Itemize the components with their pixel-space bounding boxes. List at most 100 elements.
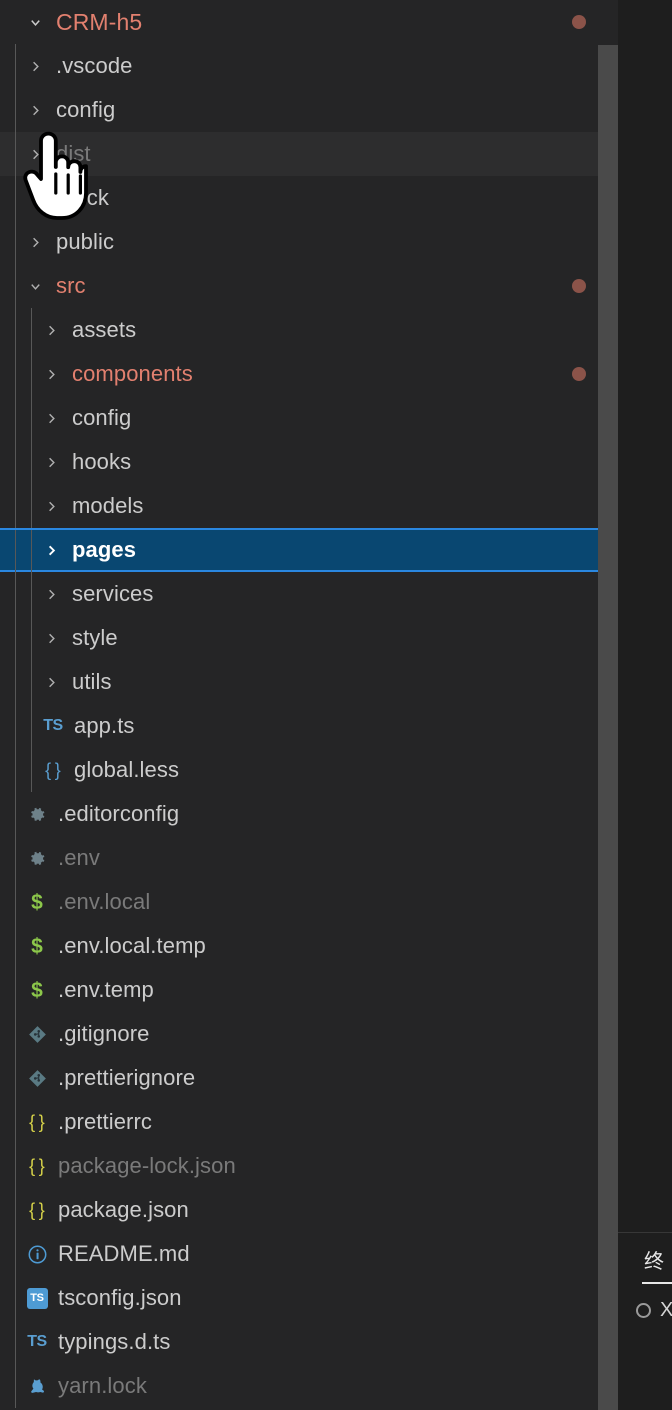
terminal-panel-partial: 终 X [618,0,672,1410]
chevron-right-icon[interactable] [40,675,62,690]
chevron-right-icon[interactable] [40,323,62,338]
file-explorer-tree[interactable]: CRM-h5 .vscode config dist mock public src ass… [0,0,618,1410]
tree-item-label: .editorconfig [58,801,180,826]
tree-row-config[interactable]: config [0,88,618,132]
indent-guide [15,660,16,704]
tree-item-label: package-lock.json [58,1153,236,1178]
indent-guide [15,968,16,1012]
tree-row-assets[interactable]: assets [0,308,618,352]
tree-row-src[interactable]: src [0,264,618,308]
tree-row-env[interactable]: .env [0,836,618,880]
tree-item-label: .env.temp [58,977,154,1002]
tree-row-app-ts[interactable]: TS app.ts [0,704,618,748]
close-icon[interactable]: X [660,1300,672,1320]
git-icon [24,1069,50,1088]
tree-row-config[interactable]: config [0,396,618,440]
tree-row-content: $ .env.local [0,889,618,915]
tree-row-vscode[interactable]: .vscode [0,44,618,88]
json-braces-icon: { } [29,1156,45,1176]
tree-row-env-local[interactable]: $ .env.local [0,880,618,924]
tree-row-prettierrc[interactable]: { } .prettierrc [0,1100,618,1144]
tree-row-components[interactable]: components [0,352,618,396]
chevron-right-icon[interactable] [40,631,62,646]
tree-row-env-temp[interactable]: $ .env.temp [0,968,618,1012]
tab-active-underline [642,1282,672,1284]
env-dollar-icon: $ [31,890,43,914]
tree-item-label: tsconfig.json [58,1285,182,1310]
tree-item-label: src [56,273,86,298]
indent-guide [15,220,16,264]
tree-row-models[interactable]: models [0,484,618,528]
tree-row-gitignore[interactable]: .gitignore [0,1012,618,1056]
tree-row-content: TS tsconfig.json [0,1285,618,1311]
chevron-right-icon[interactable] [40,455,62,470]
chevron-down-icon[interactable] [24,279,46,294]
tree-row-tsconfig-json[interactable]: TS tsconfig.json [0,1276,618,1320]
indent-guide [31,660,32,704]
tree-row-prettierignore[interactable]: .prettierignore [0,1056,618,1100]
tree-row-content: public [0,229,618,255]
tree-row-content: yarn.lock [0,1373,618,1399]
chevron-right-icon[interactable] [24,191,46,206]
chevron-right-icon[interactable] [24,103,46,118]
tree-row-global-less[interactable]: { } global.less [0,748,618,792]
chevron-right-icon[interactable] [40,543,62,558]
tree-row-dist[interactable]: dist [0,132,618,176]
root-folder-label: CRM-h5 [56,8,143,35]
indent-guide [15,924,16,968]
tab-terminal[interactable]: 终 [644,1245,664,1274]
tree-row-readme-md[interactable]: README.md [0,1232,618,1276]
tree-row-typings-d-ts[interactable]: TS typings.d.ts [0,1320,618,1364]
tree-row-env-local-temp[interactable]: $ .env.local.temp [0,924,618,968]
tree-row-content: config [0,405,618,431]
tree-row-root[interactable]: CRM-h5 [0,0,618,44]
circle-icon [636,1302,651,1318]
tree-row-public[interactable]: public [0,220,618,264]
tree-row-package-lock-json[interactable]: { } package-lock.json [0,1144,618,1188]
chevron-right-icon[interactable] [40,411,62,426]
tree-row-services[interactable]: services [0,572,618,616]
tree-item-label: pages [72,537,137,562]
indent-guide [15,616,16,660]
indent-guide [15,352,16,396]
tree-row-content: { } package.json [0,1197,618,1223]
git-icon [24,1025,50,1044]
chevron-right-icon[interactable] [40,499,62,514]
tree-row-package-json[interactable]: { } package.json [0,1188,618,1232]
tree-row-pages[interactable]: pages [0,528,618,574]
tree-row-content: pages [0,537,616,563]
tree-row-style[interactable]: style [0,616,618,660]
modified-dot-indicator [572,15,586,29]
tree-item-label: .prettierrc [58,1109,153,1134]
indent-guide [31,704,32,748]
indent-guide [15,264,16,308]
tree-row-mock[interactable]: mock [0,176,618,220]
chevron-right-icon[interactable] [40,587,62,602]
chevron-right-icon[interactable] [40,367,62,382]
chevron-right-icon[interactable] [24,147,46,162]
typescript-icon: TS [43,717,63,734]
tree-row-content: { } package-lock.json [0,1153,618,1179]
tree-row-editorconfig[interactable]: .editorconfig [0,792,618,836]
chevron-down-icon[interactable] [24,15,46,30]
tree-item-label: app.ts [74,713,135,738]
tree-row-yarn-lock[interactable]: yarn.lock [0,1364,618,1408]
json-braces-icon: { } [29,1200,45,1220]
tree-row-utils[interactable]: utils [0,660,618,704]
kill-terminal-row[interactable]: X [636,1300,672,1320]
modified-dot-indicator [572,279,586,293]
tree-row-content: .prettierignore [0,1065,618,1091]
tree-row-content: .editorconfig [0,801,618,827]
explorer-scrollbar-thumb[interactable] [598,45,618,1410]
chevron-right-icon[interactable] [24,59,46,74]
typescript-icon: TS [27,1333,47,1350]
tree-row-content: hooks [0,449,618,475]
json-braces-icon: { } [29,1112,45,1132]
tree-row-hooks[interactable]: hooks [0,440,618,484]
tree-item-label: dist [56,141,91,166]
indent-guide [31,572,32,616]
indent-guide [31,308,32,352]
chevron-right-icon[interactable] [24,235,46,250]
tree-item-label: hooks [72,449,132,474]
tree-item-label: package.json [58,1197,189,1222]
